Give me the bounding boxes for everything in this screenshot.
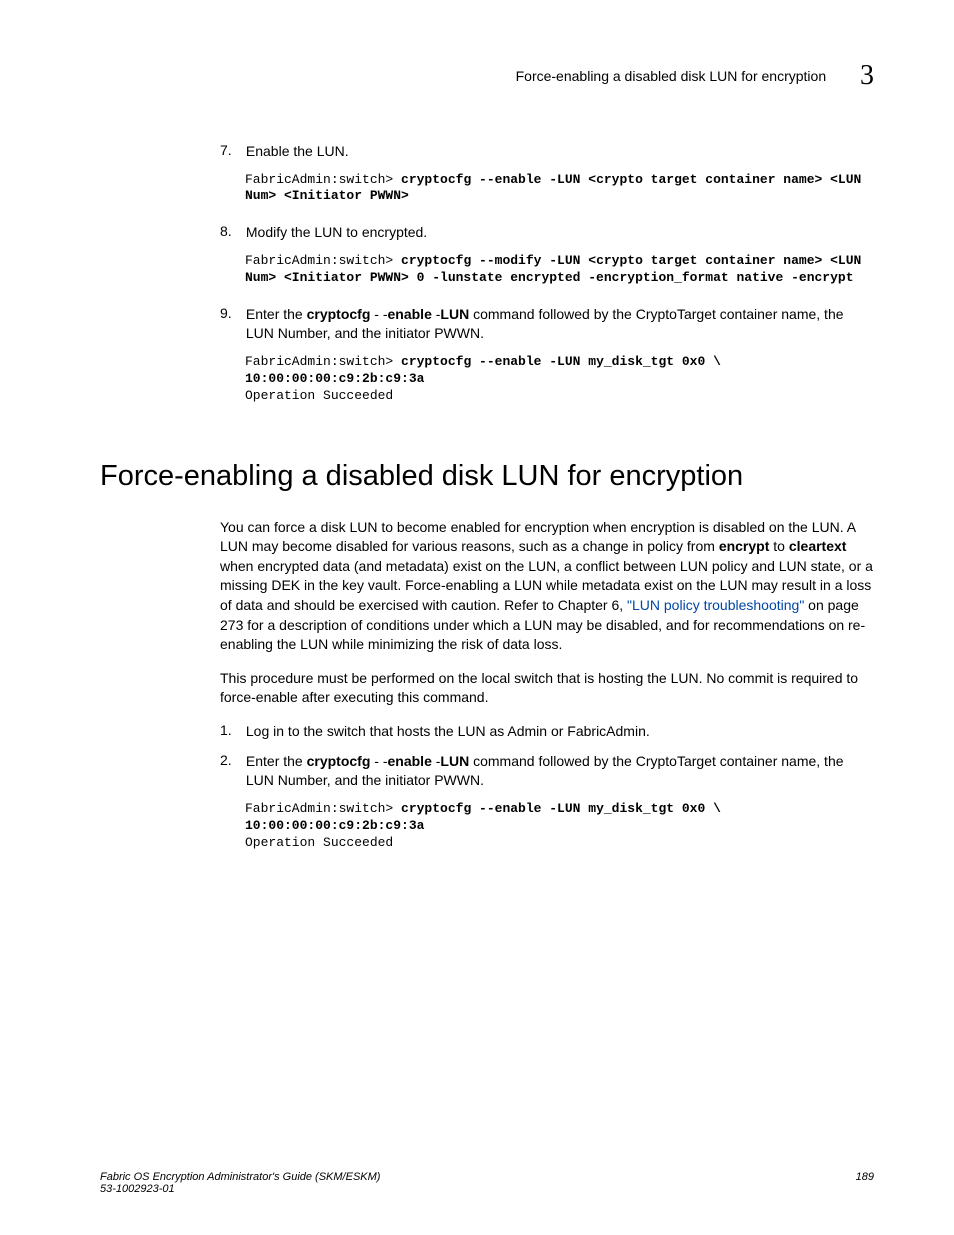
step-9: 9. Enter the cryptocfg - -enable -LUN co… — [220, 305, 874, 344]
page-footer: Fabric OS Encryption Administrator's Gui… — [100, 1171, 874, 1195]
footer-left: Fabric OS Encryption Administrator's Gui… — [100, 1171, 380, 1195]
cross-reference-link[interactable]: "LUN policy troubleshooting" — [627, 597, 804, 613]
step-number: 7. — [220, 142, 242, 158]
footer-guide-title: Fabric OS Encryption Administrator's Gui… — [100, 1171, 380, 1183]
code-prompt: FabricAdmin:switch> — [245, 801, 401, 816]
chapter-number: 3 — [860, 60, 874, 92]
code-block-section-2: FabricAdmin:switch> cryptocfg --enable -… — [245, 801, 874, 852]
code-prompt: FabricAdmin:switch> — [245, 172, 401, 187]
step-8: 8. Modify the LUN to encrypted. — [220, 223, 874, 243]
code-block-8: FabricAdmin:switch> cryptocfg --modify -… — [245, 253, 874, 287]
section-step-2: 2. Enter the cryptocfg - -enable -LUN co… — [220, 752, 874, 791]
footer-doc-number: 53-1002923-01 — [100, 1183, 380, 1195]
page-header: Force-enabling a disabled disk LUN for e… — [100, 60, 874, 92]
code-result: Operation Succeeded — [245, 388, 393, 403]
code-block-9: FabricAdmin:switch> cryptocfg --enable -… — [245, 354, 874, 405]
footer-page-number: 189 — [856, 1171, 874, 1195]
step-7: 7. Enable the LUN. — [220, 142, 874, 162]
step-text: Enter the cryptocfg - -enable -LUN comma… — [246, 305, 870, 344]
header-title: Force-enabling a disabled disk LUN for e… — [516, 68, 827, 84]
step-number: 2. — [220, 752, 242, 768]
step-text: Enter the cryptocfg - -enable -LUN comma… — [246, 752, 870, 791]
step-text: Modify the LUN to encrypted. — [246, 223, 870, 243]
code-prompt: FabricAdmin:switch> — [245, 354, 401, 369]
section-para-2: This procedure must be performed on the … — [220, 669, 874, 708]
step-number: 8. — [220, 223, 242, 239]
step-text: Log in to the switch that hosts the LUN … — [246, 722, 870, 742]
step-text: Enable the LUN. — [246, 142, 870, 162]
code-block-7: FabricAdmin:switch> cryptocfg --enable -… — [245, 172, 874, 206]
page-content: Force-enabling a disabled disk LUN for e… — [0, 0, 954, 1235]
step-number: 1. — [220, 722, 242, 738]
code-prompt: FabricAdmin:switch> — [245, 253, 401, 268]
section-step-1: 1. Log in to the switch that hosts the L… — [220, 722, 874, 742]
code-result: Operation Succeeded — [245, 835, 393, 850]
step-number: 9. — [220, 305, 242, 321]
section-heading: Force-enabling a disabled disk LUN for e… — [100, 460, 874, 493]
section-para-1: You can force a disk LUN to become enabl… — [220, 518, 874, 655]
